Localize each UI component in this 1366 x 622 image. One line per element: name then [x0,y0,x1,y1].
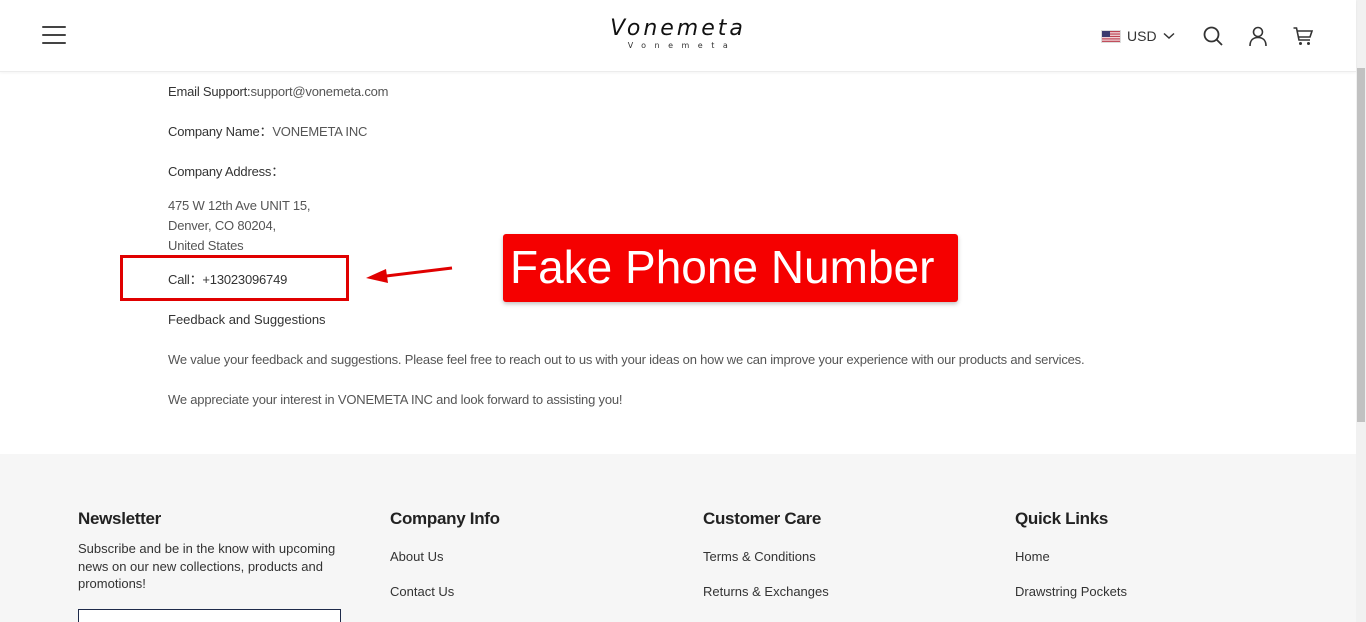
newsletter-email-input[interactable] [78,609,341,622]
fake-phone-annotation: Fake Phone Number [503,234,958,302]
email-support-row: Email Support:support@vonemeta.com [168,83,388,101]
page-scrollbar[interactable] [1356,0,1366,622]
footer-link-returns[interactable]: Returns & Exchanges [703,584,829,599]
site-header: Vonemeta Vonemeta USD [0,0,1356,72]
logo-wordmark: Vonemeta [610,16,746,41]
company-name-label: Company Name： [168,124,273,139]
footer-link-about-us[interactable]: About Us [390,549,443,564]
footer-link-drawstring-pockets[interactable]: Drawstring Pockets [1015,584,1127,599]
search-icon[interactable] [1201,24,1225,48]
company-info-title: Company Info [390,509,500,528]
address-line-2: Denver, CO 80204, [168,218,276,233]
site-footer: Newsletter Subscribe and be in the know … [0,454,1356,622]
footer-link-home[interactable]: Home [1015,549,1050,564]
phone-highlight-box [120,255,349,301]
us-flag-icon [1101,29,1121,43]
email-support-value[interactable]: support@vonemeta.com [250,84,388,99]
company-address-row: Company Address： [168,163,284,181]
quick-links-title: Quick Links [1015,509,1109,528]
annotation-arrow-icon [366,266,453,283]
address-line-3: United States [168,238,244,253]
hamburger-menu-icon[interactable] [42,25,66,45]
currency-label: USD [1127,28,1157,44]
account-icon[interactable] [1246,24,1270,48]
brand-logo[interactable]: Vonemeta Vonemeta [600,16,756,51]
cart-icon[interactable] [1291,24,1315,48]
address-line-1: 475 W 12th Ave UNIT 15, [168,198,311,213]
chevron-down-icon [1163,32,1175,40]
footer-link-contact-us[interactable]: Contact Us [390,584,454,599]
feedback-text: We value your feedback and suggestions. … [168,352,1085,367]
customer-care-title: Customer Care [703,509,821,528]
currency-selector[interactable]: USD [1101,27,1175,45]
footer-link-terms[interactable]: Terms & Conditions [703,549,816,564]
company-address-label: Company Address： [168,164,285,179]
feedback-heading: Feedback and Suggestions [168,312,326,327]
company-name-row: Company Name：VONEMETA INC [168,123,367,141]
scrollbar-thumb[interactable] [1357,68,1365,422]
closing-text: We appreciate your interest in VONEMETA … [168,392,623,407]
newsletter-title: Newsletter [78,509,161,528]
newsletter-text: Subscribe and be in the know with upcomi… [78,541,336,591]
email-support-label: Email Support: [168,84,251,99]
company-name-value: VONEMETA INC [272,124,368,139]
logo-subtext: Vonemeta [627,41,737,50]
